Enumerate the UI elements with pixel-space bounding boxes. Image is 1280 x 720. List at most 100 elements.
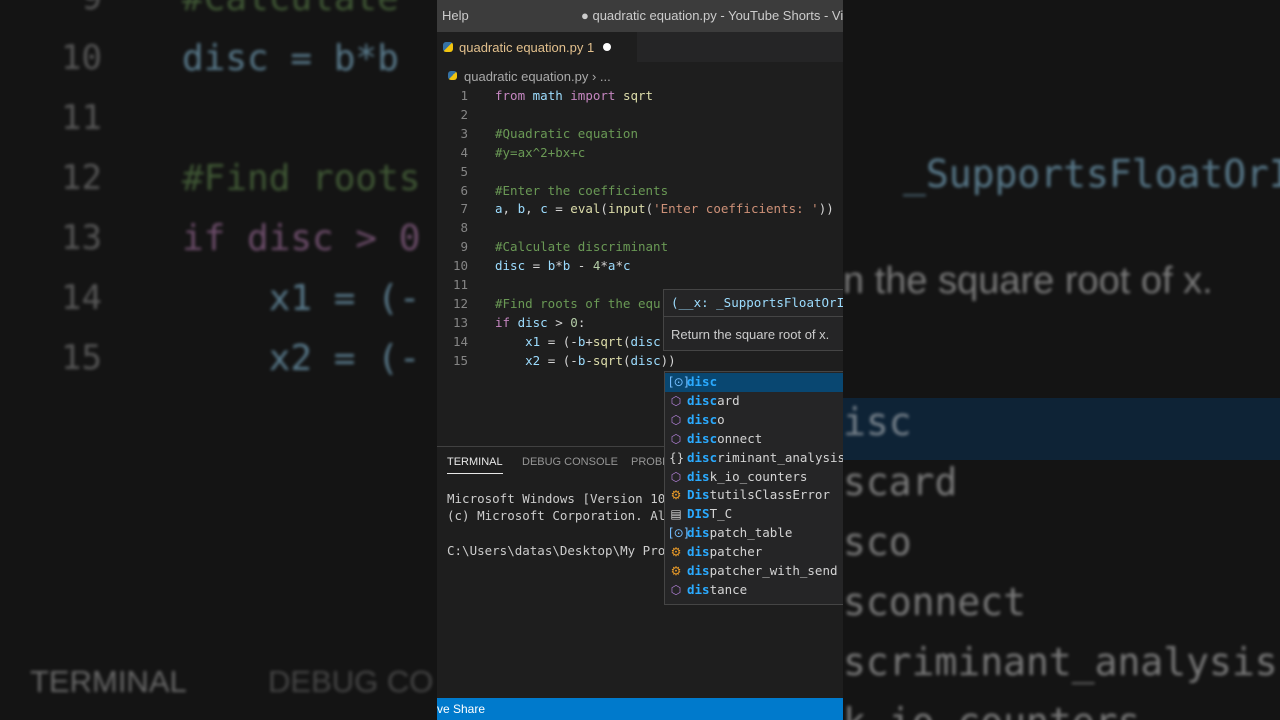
code-line[interactable]: 4 #y=ax^2+bx+c (437, 145, 843, 164)
code-token: #Quadratic equation (495, 125, 638, 141)
bg-code: disc = b*b (182, 38, 399, 79)
menu-help[interactable]: Help (442, 8, 469, 23)
suggestion-match: dis (687, 525, 710, 541)
suggestion-rest: patcher (709, 544, 763, 560)
code-line[interactable]: 6 #Enter the coefficients (437, 183, 843, 202)
code-token: c (540, 201, 548, 217)
bg-line-number: 10 (61, 38, 102, 78)
code-token: #Calculate discriminant (495, 239, 669, 255)
code-token: * (600, 258, 608, 274)
code-token: ( (622, 333, 631, 349)
code-token: , (525, 201, 541, 217)
suggestion-item[interactable]: ⬡ discard (665, 392, 843, 411)
line-number: 15 (452, 352, 468, 368)
suggestion-item[interactable]: [⊙] dispatch_table (665, 524, 843, 543)
suggestion-label: DIST_C (687, 506, 732, 521)
suggestion-label: distance (687, 582, 747, 597)
code-text: if disc > 0: (495, 315, 585, 330)
suggestion-label: dispatcher (687, 544, 762, 559)
suggestion-match: Dis (687, 487, 710, 503)
code-line[interactable]: 9 #Calculate discriminant (437, 239, 843, 258)
code-line[interactable]: 10 disc = b*b - 4*a*c (437, 258, 843, 277)
suggestion-item[interactable]: ⚙ DistutilsClassError (665, 486, 843, 505)
suggestion-rest: ard (717, 392, 740, 408)
code-text: x2 = (-b-sqrt(disc)) (495, 353, 676, 368)
code-line[interactable]: 5 (437, 164, 843, 183)
code-token: - (585, 352, 593, 368)
suggestion-item[interactable]: ⬡ disconnect (665, 430, 843, 449)
code-line[interactable]: 3 #Quadratic equation (437, 126, 843, 145)
suggestion-label: discard (687, 393, 740, 408)
code-token: c (622, 258, 631, 274)
code-line[interactable]: 2 (437, 107, 843, 126)
parameter-hint-popup: (__x: _SupportsFloatOrI Return the squar… (663, 289, 843, 351)
breadcrumb-file[interactable]: quadratic equation.py › ... (464, 69, 611, 84)
class-icon: ⚙ (670, 564, 682, 578)
line-number: 13 (452, 314, 468, 330)
line-number: 9 (460, 239, 468, 255)
suggestion-match: disc (687, 430, 718, 446)
line-number: 7 (460, 201, 468, 217)
suggestion-item[interactable]: ▤ DIST_C (665, 505, 843, 524)
bg-signature: _SupportsFloatOrI (903, 152, 1280, 196)
bg-debug-tab: DEBUG CO (268, 664, 434, 699)
bg-line-number: 9 (40, 0, 102, 18)
title-bar: Help ● quadratic equation.py - YouTube S… (437, 0, 843, 32)
tab-label: quadratic equation.py 1 (459, 40, 595, 55)
code-line[interactable]: 7 a, b, c = eval(input('Enter coefficient… (437, 201, 843, 220)
code-token: x2 (525, 352, 541, 368)
module-icon: ⬡ (670, 393, 682, 408)
suggestion-item[interactable]: {} discriminant_analysis (665, 449, 843, 468)
code-token: = (- (540, 333, 578, 349)
line-number: 2 (460, 106, 468, 122)
code-token: a (495, 201, 503, 217)
tab-debug-console[interactable]: DEBUG CONSOLE (522, 456, 618, 468)
code-line[interactable]: 8 (437, 220, 843, 239)
suggestion-item[interactable]: ⬡ disco (665, 411, 843, 430)
terminal-prompt[interactable]: C:\Users\datas\Desktop\My Pro (447, 543, 665, 558)
code-line[interactable]: 15 x2 = (-b-sqrt(disc)) (437, 353, 843, 372)
code-token: = (- (540, 352, 578, 368)
suggestion-rest: riminant_analysis (717, 449, 843, 465)
code-text: a, b, c = eval(input('Enter coefficients… (495, 201, 834, 216)
autocomplete-list[interactable]: [⊙] disc ⬡ discard ⬡ disco ⬡ disconnect{} discri… (664, 371, 843, 605)
suggestion-match: dis (687, 468, 710, 484)
live-share-status[interactable]: ve Share (437, 702, 485, 716)
module-icon: ⬡ (670, 431, 682, 446)
suggestion-item[interactable]: ⬡ distance (665, 581, 843, 600)
suggestion-item[interactable]: [⊙] disc (665, 373, 843, 392)
suggestion-item[interactable]: ⚙ dispatcher (665, 543, 843, 562)
bg-code: x2 = (- (182, 338, 421, 379)
bg-code: #Calculate (182, 0, 399, 19)
bg-code: #Find roots (182, 158, 421, 199)
bg-suggestion: isc (843, 400, 912, 444)
suggestion-item[interactable]: ⬡ disk_io_counters (665, 468, 843, 487)
line-number: 12 (452, 295, 468, 311)
code-token: sqrt (622, 88, 654, 103)
unsaved-dot-icon[interactable] (603, 43, 611, 51)
tab-problems[interactable]: PROBL (631, 456, 668, 468)
code-text: #Calculate discriminant (495, 239, 668, 254)
terminal-line: (c) Microsoft Corporation. Al (447, 508, 666, 523)
code-token: ( (645, 201, 654, 217)
code-text: x1 = (-b+sqrt(disc (495, 334, 661, 349)
suggestion-match: dis (687, 563, 710, 578)
suggestion-item[interactable]: ⚙ dispatcher_with_send (665, 562, 843, 581)
bg-suggestion: scriminant_analysis (843, 640, 1278, 684)
doc-text: Return the square root of x. (671, 327, 830, 342)
line-number: 4 (460, 144, 468, 160)
python-file-icon (443, 42, 453, 52)
code-token: disc (630, 333, 661, 349)
window-title: ● quadratic equation.py - YouTube Shorts… (581, 8, 843, 23)
code-line[interactable]: 1 from math import sqrt (437, 88, 843, 107)
line-number: 11 (452, 277, 468, 292)
bg-line-number: 14 (61, 278, 102, 318)
tab-terminal[interactable]: TERMINAL (447, 456, 503, 474)
tab-quadratic-equation[interactable]: quadratic equation.py 1 (437, 32, 637, 62)
code-token: disc (630, 352, 661, 368)
